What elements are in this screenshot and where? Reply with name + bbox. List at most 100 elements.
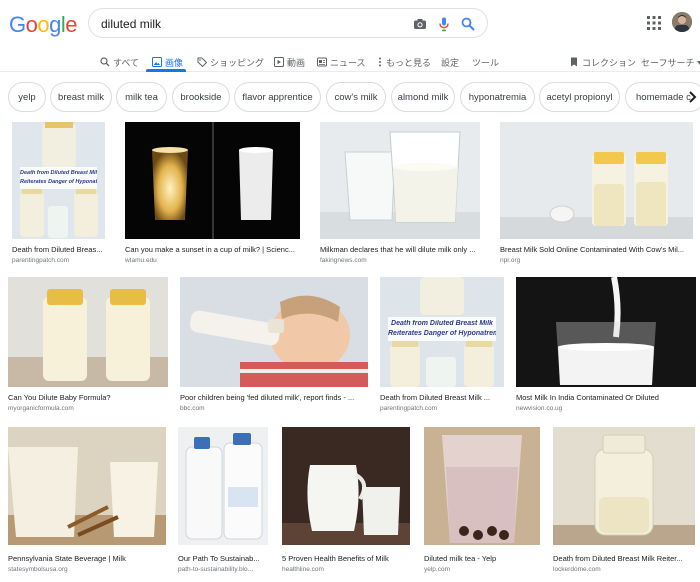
chip[interactable]: yelp [8,82,46,112]
result-source: npr.org [500,257,521,264]
chip[interactable]: hyponatremia [460,82,535,112]
tab-label: ニュース [330,57,366,68]
image-result[interactable]: Death from Diluted Breast Milk Reiterate… [12,122,107,267]
tab-news[interactable]: ニュース [317,52,366,72]
result-thumbnail[interactable] [125,122,300,239]
result-thumbnail[interactable] [424,427,540,545]
result-thumbnail[interactable] [178,427,268,545]
result-thumbnail[interactable] [282,427,410,545]
result-title[interactable]: Death from Diluted Breast Milk Reiter... [553,554,695,563]
image-result[interactable]: Death from Diluted Breast Milk Reiterate… [380,277,506,417]
logo-letter: g [49,12,61,37]
result-title[interactable]: Breast Milk Sold Online Contaminated Wit… [500,245,695,254]
search-icon [100,57,110,67]
chip[interactable]: brookside [172,82,230,112]
result-title[interactable]: Poor children being 'fed diluted milk', … [180,393,368,402]
news-icon [317,57,327,67]
result-thumbnail[interactable] [553,427,695,545]
result-source: parentingpatch.com [380,405,438,412]
tab-label: すべて [113,57,140,68]
image-result[interactable]: Can you make a sunset in a cup of milk? … [125,122,307,267]
search-input[interactable] [101,15,391,33]
chip[interactable]: acetyl propionyl [539,82,620,112]
apps-icon[interactable] [647,16,661,30]
logo-letter: o [25,12,38,37]
chip[interactable]: flavor apprentice [234,82,321,112]
tab-label: もっと見る [386,57,432,68]
overlay-text: Death from Diluted Breast Milk [20,170,97,176]
result-thumbnail[interactable] [8,427,166,545]
avatar[interactable] [672,12,692,32]
result-title[interactable]: Can you make a sunset in a cup of milk? … [125,245,307,254]
collection-link[interactable]: コレクション [569,52,636,72]
tab-all[interactable]: すべて [100,52,139,72]
result-source: yelp.com [424,566,451,573]
tab-tools[interactable]: ツール [472,52,499,72]
image-icon [152,57,162,67]
result-thumbnail[interactable] [8,277,168,387]
logo-letter: o [37,12,50,37]
overlay-text: Reiterates Danger of Hyponatremia [20,179,97,185]
image-result[interactable]: Breast Milk Sold Online Contaminated Wit… [500,122,695,267]
tag-icon [197,57,208,68]
result-title[interactable]: Can You Dilute Baby Formula? [8,393,168,402]
result-thumbnail[interactable] [516,277,696,387]
overlay-text: Reiterates Danger of Hyponatremia [388,330,496,337]
result-thumbnail[interactable] [500,122,693,239]
result-source: lockerdome.com [553,566,601,573]
image-result[interactable]: Most Milk In India Contaminated Or Dilut… [516,277,698,417]
result-thumbnail[interactable]: Death from Diluted Breast Milk Reiterate… [380,277,504,387]
result-source: myorganicformula.com [8,405,74,412]
result-title[interactable]: 5 Proven Health Benefits of Milk [282,554,410,563]
tab-settings[interactable]: 設定 [441,52,459,72]
tab-label: 動画 [287,57,306,68]
safesearch-label: セーフサーチ [641,57,695,68]
result-title[interactable]: Death from Diluted Breast Milk ... [380,393,504,402]
related-chips: yelp breast milk milk tea brookside flav… [0,82,700,114]
chip[interactable]: cow's milk [326,82,386,112]
image-result[interactable]: Our Path To Sustainab... path-to-sustain… [178,427,270,577]
overlay-text: Death from Diluted Breast Milk [391,320,493,327]
result-title[interactable]: Diluted milk tea - Yelp [424,554,540,563]
search-box [88,8,488,38]
tab-label: 画像 [165,57,184,68]
safesearch-toggle[interactable]: セーフサーチ [641,52,700,72]
bookmark-icon [569,57,579,67]
result-thumbnail[interactable] [180,277,368,387]
image-result[interactable]: 5 Proven Health Benefits of Milk healthl… [282,427,412,577]
image-result[interactable]: Can You Dilute Baby Formula? myorganicfo… [8,277,170,417]
chevron-right-icon[interactable] [684,88,700,106]
image-result[interactable]: Milkman declares that he will dilute mil… [320,122,486,267]
tab-shopping[interactable]: ショッピング [197,52,264,72]
result-source: fakingnews.com [320,257,367,264]
result-title[interactable]: Pennsylvania State Beverage | Milk [8,554,166,563]
tab-videos[interactable]: 動画 [274,52,305,72]
result-source: newvision.co.ug [516,405,563,412]
image-result[interactable]: Pennsylvania State Beverage | Milk state… [8,427,168,577]
result-source: healthline.com [282,566,324,573]
result-source: wtamu.edu [125,257,157,264]
result-source: path-to-sustainability.blo... [178,566,254,573]
search-icon[interactable] [459,15,477,33]
result-thumbnail[interactable] [320,122,480,239]
chip[interactable]: almond milk [391,82,455,112]
camera-icon[interactable] [411,15,429,33]
tab-more[interactable]: もっと見る [378,52,431,72]
result-title[interactable]: Death from Diluted Breas... [12,245,107,254]
microphone-icon[interactable] [435,15,453,33]
result-title[interactable]: Our Path To Sustainab... [178,554,270,563]
google-logo[interactable]: Google [9,12,78,38]
image-result[interactable]: Poor children being 'fed diluted milk', … [180,277,370,417]
image-result[interactable]: Diluted milk tea - Yelp yelp.com [424,427,542,577]
play-icon [274,57,284,67]
chip[interactable]: milk tea [116,82,167,112]
tab-label: ツール [472,57,500,68]
image-result[interactable]: Death from Diluted Breast Milk Reiter...… [553,427,697,577]
header: Google [0,0,700,46]
result-title[interactable]: Most Milk In India Contaminated Or Dilut… [516,393,696,402]
result-title[interactable]: Milkman declares that he will dilute mil… [320,245,486,254]
active-tab-indicator [146,69,186,72]
chip[interactable]: breast milk [50,82,112,112]
result-thumbnail[interactable]: Death from Diluted Breast Milk Reiterate… [12,122,105,239]
search-tabs: すべて 画像 ショッピング 動画 ニュース もっと見る 設定 ツール コレクショ… [0,48,700,72]
